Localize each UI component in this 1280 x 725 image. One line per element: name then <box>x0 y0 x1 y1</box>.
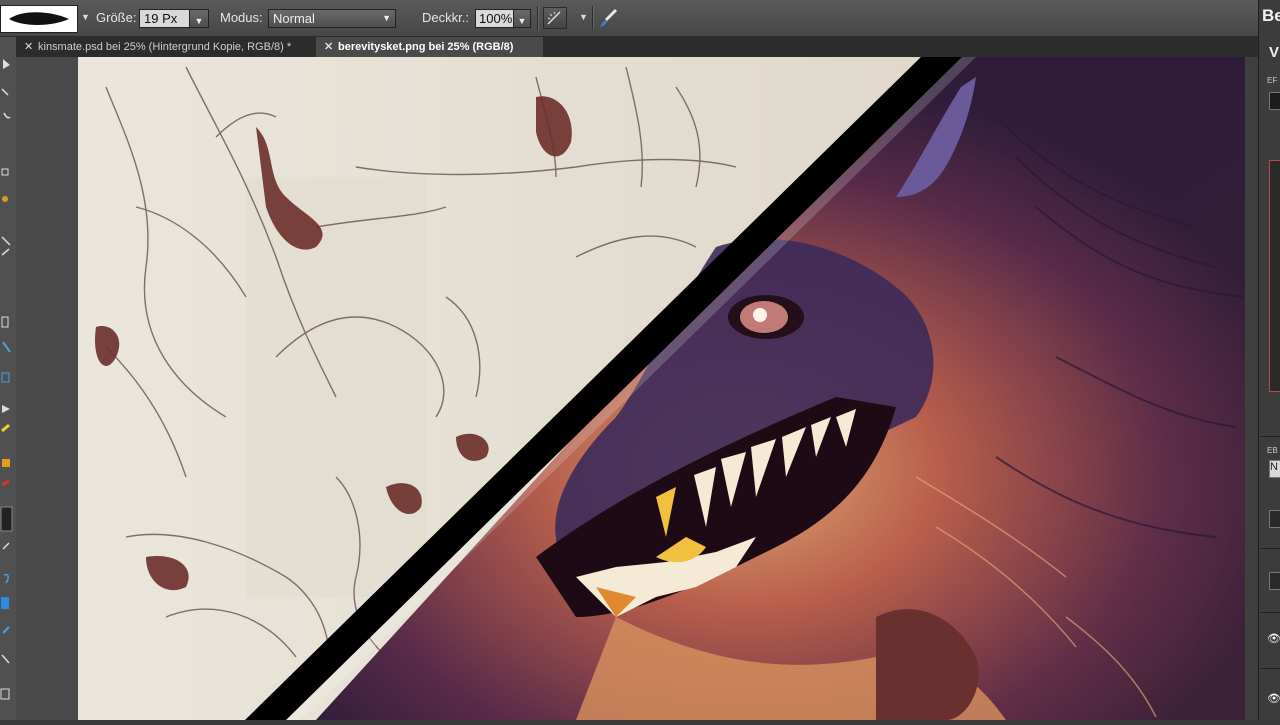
opacity-label: Deckkr.: <box>422 10 469 25</box>
brush-preset-picker[interactable] <box>0 5 78 33</box>
mode-value: Normal <box>273 11 315 26</box>
tab-label: kinsmate.psd bei 25% (Hintergrund Kopie,… <box>38 41 292 53</box>
close-icon[interactable]: ✕ <box>324 37 333 57</box>
toolbox <box>0 37 17 720</box>
tool-icons <box>0 59 13 700</box>
panel-subtitle: V <box>1269 44 1280 61</box>
tab-label: berevitysket.png bei 25% (RGB/8) <box>338 41 514 53</box>
panel-title: Be <box>1262 6 1280 25</box>
layer-row-divider <box>1261 668 1280 669</box>
document-tabs: ✕ kinsmate.psd bei 25% (Hintergrund Kopi… <box>16 37 1258 57</box>
chevron-down-icon: ▼ <box>517 16 527 26</box>
layer-row-divider <box>1261 548 1280 549</box>
canvas-scrollbar[interactable] <box>1245 57 1258 720</box>
fill-icon[interactable] <box>1269 572 1280 590</box>
size-dropdown-button[interactable]: ▼ <box>189 10 208 27</box>
mode-select[interactable]: Normal ▼ <box>268 9 396 28</box>
size-field[interactable]: 19 Px ▼ <box>139 9 209 28</box>
brush-stroke-icon <box>9 12 69 25</box>
layers-tab[interactable]: EB <box>1267 446 1278 455</box>
effects-tab[interactable]: EF <box>1267 76 1277 85</box>
tablet-pressure-button[interactable] <box>598 7 622 29</box>
tablet-pressure-icon <box>600 8 618 27</box>
mode-label: Modus: <box>220 10 263 25</box>
opacity-field[interactable]: 100% ▼ <box>475 9 531 28</box>
brush-preset-dropdown-icon[interactable]: ▼ <box>81 12 90 22</box>
lock-icon[interactable] <box>1269 510 1280 528</box>
chevron-down-icon[interactable]: ▼ <box>579 12 588 22</box>
opacity-dropdown-button[interactable]: ▼ <box>513 10 530 27</box>
airbrush-button[interactable] <box>543 7 567 29</box>
right-panels: Be V EF EB N 👁 👁 <box>1258 0 1280 720</box>
toolbar-separator <box>592 6 594 30</box>
panel-divider <box>1261 436 1280 437</box>
artwork <box>16 57 1258 720</box>
chevron-down-icon: ▼ <box>382 13 391 23</box>
close-icon[interactable]: ✕ <box>24 37 33 57</box>
blend-mode-value: N <box>1270 461 1278 473</box>
eye-icon[interactable]: 👁 <box>1267 632 1280 645</box>
effects-box[interactable] <box>1269 92 1280 110</box>
eye-icon[interactable]: 👁 <box>1267 692 1280 705</box>
size-label: Größe: <box>96 10 137 25</box>
airbrush-icon <box>547 11 561 25</box>
effects-preview <box>1269 160 1280 392</box>
toolbar-separator <box>537 6 539 30</box>
layer-row-divider <box>1261 612 1280 613</box>
opacity-value: 100% <box>479 11 513 26</box>
tab-berevitysket[interactable]: ✕ berevitysket.png bei 25% (RGB/8) <box>316 37 543 57</box>
document-canvas[interactable] <box>16 57 1258 720</box>
size-value: 19 Px <box>144 11 178 26</box>
tab-kinsmate[interactable]: ✕ kinsmate.psd bei 25% (Hintergrund Kopi… <box>16 37 313 57</box>
blend-mode-select[interactable]: N <box>1269 460 1280 478</box>
chevron-down-icon: ▼ <box>194 16 204 26</box>
options-bar: ▼ Größe: 19 Px ▼ Modus: Normal ▼ Deckkr.… <box>0 0 1258 37</box>
